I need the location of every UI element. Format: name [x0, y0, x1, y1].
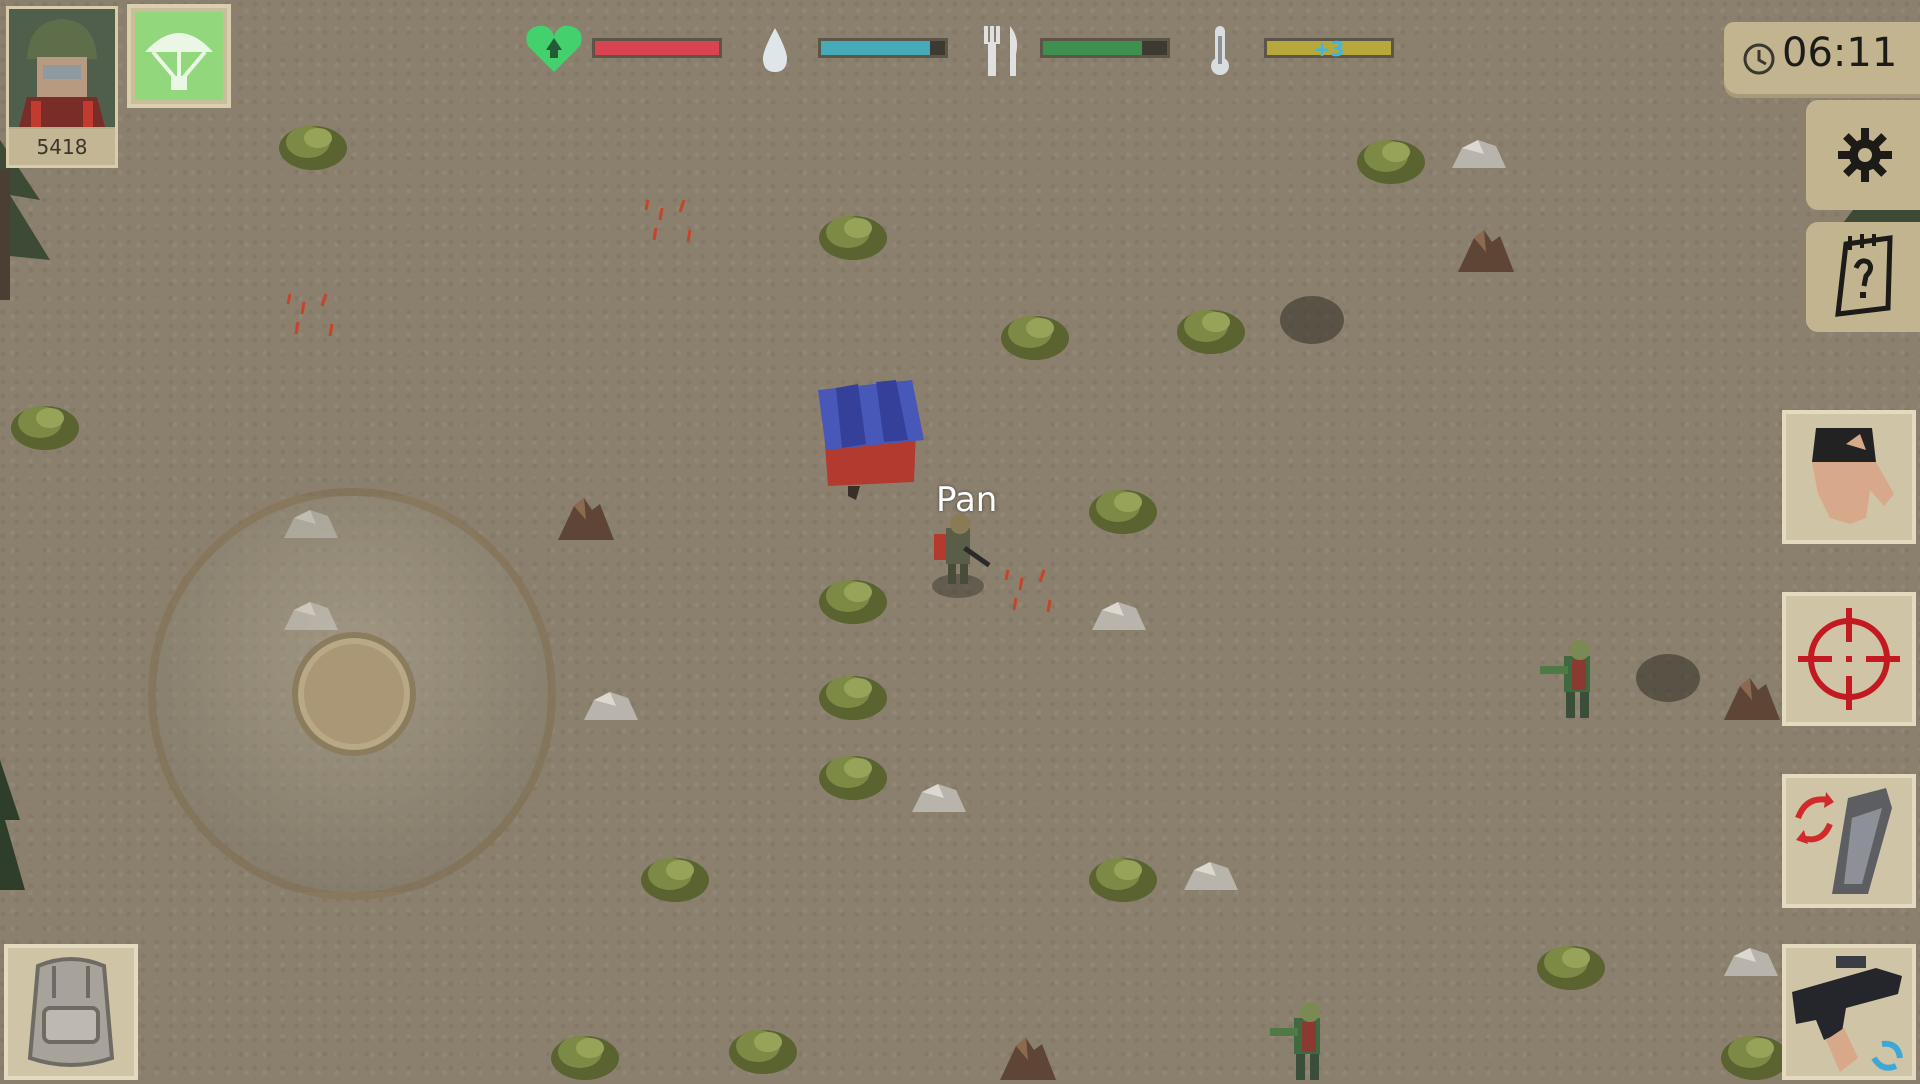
bush: [1357, 140, 1425, 184]
player-portrait[interactable]: 5418: [6, 6, 118, 168]
hand-icon: [1812, 428, 1894, 524]
joystick-knob[interactable]: [292, 632, 416, 756]
bush: [1089, 490, 1157, 534]
rock: [1452, 140, 1506, 168]
airdrop-button[interactable]: [127, 4, 231, 108]
rock: [1724, 948, 1778, 976]
tree-stump: [1724, 678, 1780, 720]
bush: [11, 406, 79, 450]
soldier-avatar-icon: [9, 9, 115, 127]
bush: [729, 1030, 797, 1074]
temperature-modifier: +3: [1313, 37, 1345, 61]
pine-tree: [0, 760, 25, 890]
backpack-icon: [27, 957, 115, 1067]
heart-icon: [526, 25, 582, 72]
reload-icon: [1795, 788, 1892, 894]
clock-icon: [1743, 43, 1775, 75]
bush: [641, 858, 709, 902]
thermometer-icon: [1211, 26, 1229, 75]
tree-stump: [1000, 1038, 1056, 1080]
fork-knife-icon: [984, 26, 1018, 76]
bush: [1537, 946, 1605, 990]
bush: [551, 1036, 619, 1080]
tree-stump: [1458, 230, 1514, 272]
parachute-icon: [145, 33, 213, 90]
scorched-patch: [1280, 296, 1344, 344]
reload-button[interactable]: [1782, 774, 1916, 908]
rifle-icon: [1792, 956, 1903, 1072]
rock: [584, 692, 638, 720]
switch-weapon-button[interactable]: [1782, 944, 1916, 1080]
rock: [1184, 862, 1238, 890]
movement-joystick[interactable]: [148, 488, 556, 900]
loot-bag[interactable]: [816, 370, 926, 500]
scorched-patch: [1636, 654, 1700, 702]
bush: [819, 756, 887, 800]
notepad-question-icon: [1835, 234, 1893, 317]
bush: [1721, 1036, 1789, 1080]
aim-button[interactable]: [1782, 592, 1916, 726]
bush: [1177, 310, 1245, 354]
rock: [912, 784, 966, 812]
red-grass: [286, 293, 334, 337]
bush: [279, 126, 347, 170]
settings-button[interactable]: [1806, 100, 1920, 210]
red-grass: [1004, 569, 1052, 613]
bush: [1001, 316, 1069, 360]
gear-icon: [1838, 128, 1892, 182]
red-grass: [644, 199, 692, 243]
water-drop-icon: [762, 28, 788, 72]
food-bar: [1040, 38, 1170, 58]
bush: [1089, 858, 1157, 902]
water-bar: [818, 38, 948, 58]
zombie[interactable]: [1270, 998, 1350, 1080]
grab-button[interactable]: [1782, 410, 1916, 544]
crosshair-icon: [1798, 608, 1900, 710]
bush: [819, 216, 887, 260]
player-character[interactable]: [922, 510, 992, 600]
quests-button[interactable]: [1806, 222, 1920, 332]
rock: [1092, 602, 1146, 630]
clock-time: 06:11: [1782, 30, 1898, 76]
backpack-button[interactable]: [4, 944, 138, 1080]
temperature-bar: +3: [1264, 37, 1394, 61]
bush: [819, 580, 887, 624]
tree-stump: [558, 498, 614, 540]
bush: [819, 676, 887, 720]
score-label: 5418: [9, 129, 115, 165]
time-display: 06:11: [1724, 22, 1920, 98]
zombie[interactable]: [1540, 636, 1620, 726]
health-bar: [592, 38, 722, 58]
